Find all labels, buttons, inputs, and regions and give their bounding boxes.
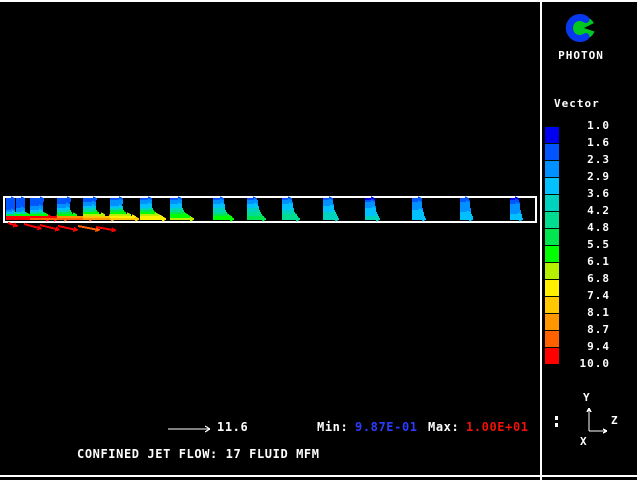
frame-top bbox=[0, 0, 640, 2]
max-label: Max: bbox=[428, 420, 459, 434]
vector-plot-canvas bbox=[0, 0, 640, 480]
legend-tick-value: 5.5 bbox=[556, 238, 610, 251]
axis-out-dash-mark bbox=[555, 423, 558, 427]
legend-tick-value: 4.8 bbox=[556, 221, 610, 234]
panel-divider bbox=[540, 0, 542, 480]
legend-tick-value: 6.8 bbox=[556, 272, 610, 285]
min-value: 9.87E-01 bbox=[355, 420, 418, 434]
plot-title: CONFINED JET FLOW: 17 FLUID MFM bbox=[77, 447, 320, 461]
legend-tick-value: 3.6 bbox=[556, 187, 610, 200]
legend-tick-value: 7.4 bbox=[556, 289, 610, 302]
legend-tick-value: 8.1 bbox=[556, 306, 610, 319]
legend-tick-value: 6.1 bbox=[556, 255, 610, 268]
min-label: Min: bbox=[317, 420, 348, 434]
photon-window: PHOTON Vector 1.01.62.32.93.64.24.85.56.… bbox=[0, 0, 640, 480]
frame-bottom bbox=[0, 475, 640, 477]
legend-tick-value: 2.3 bbox=[556, 153, 610, 166]
legend-tick-value: 9.4 bbox=[556, 340, 610, 353]
axis-out-dash-mark bbox=[555, 416, 558, 420]
axis-z-label: Z bbox=[611, 414, 619, 427]
axis-y-label: Y bbox=[583, 391, 591, 404]
legend-tick-labels: 1.0 1.6 2.3 2.9 3.6 4.2 4.8 5.5 6.1 6.8 7.4 8.1 8.7 9… bbox=[556, 0, 610, 480]
legend-tick-value: 10.0 bbox=[556, 357, 610, 370]
reference-arrow-value: 11.6 bbox=[217, 420, 248, 434]
legend-tick-value: 8.7 bbox=[556, 323, 610, 336]
legend-tick-value: 1.6 bbox=[556, 136, 610, 149]
axis-x-label: X bbox=[580, 435, 588, 448]
legend-tick-value: 4.2 bbox=[556, 204, 610, 217]
legend-tick-value: 1.0 bbox=[556, 119, 610, 132]
max-value: 1.00E+01 bbox=[466, 420, 529, 434]
legend-tick-value: 2.9 bbox=[556, 170, 610, 183]
